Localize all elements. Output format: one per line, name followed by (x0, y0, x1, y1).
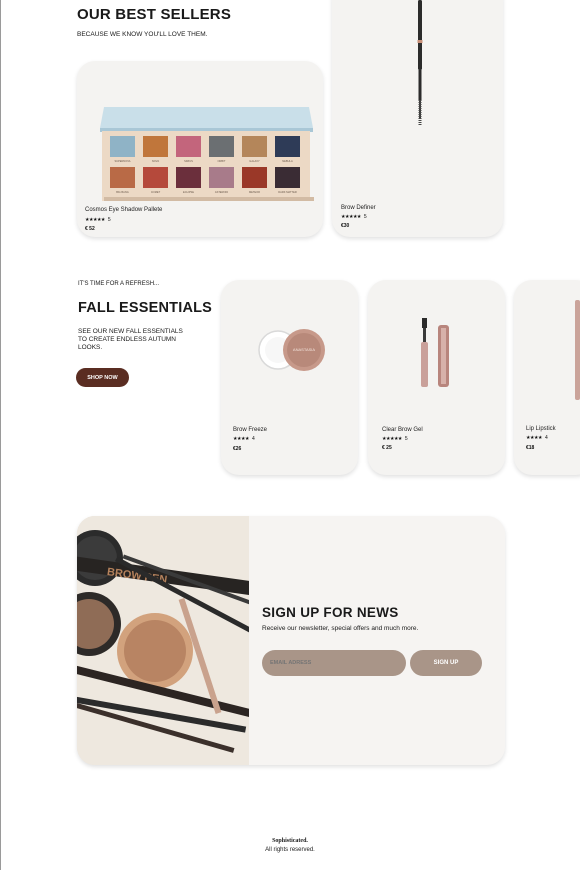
palette-swatch (143, 167, 168, 188)
sign-up-button[interactable]: SIGN UP (410, 650, 482, 676)
newsletter-title: SIGN UP FOR NEWS (262, 605, 399, 620)
product-rating: ★★★★★ 5 (85, 217, 111, 223)
fall-body: SEE OUR NEW FALL ESSENTIALS TO CREATE EN… (78, 328, 183, 351)
product-card-brow-definer[interactable]: Brow Definer ★★★★★ 5 €30 (332, 0, 503, 237)
palette-swatch (242, 167, 267, 188)
brow-freeze-image: ANASTASIA (258, 329, 325, 371)
fall-kicker: IT'S TIME FOR A REFRESH... (78, 281, 160, 287)
palette-swatch (242, 136, 267, 157)
palette-swatch (143, 136, 168, 157)
page-edge-rule (0, 0, 1, 870)
product-price: € 25 (382, 445, 392, 451)
palette-swatch-label: ECLIPSE (183, 190, 194, 194)
product-price: €30 (341, 223, 350, 229)
product-rating: ★★★★ 4 (526, 435, 548, 441)
product-card-lip-lipstick[interactable]: Lip Lipstick ★★★★ 4 €18 (514, 280, 580, 475)
product-card-brow-freeze[interactable]: ANASTASIA Brow Freeze ★★★★ 4 €26 (221, 280, 358, 475)
best-sellers-title: OUR BEST SELLERS (77, 6, 232, 23)
palette-swatch-label: METEOR (249, 190, 260, 194)
palette-swatch-label: NEBULA (282, 159, 293, 163)
product-price: € 52 (85, 226, 95, 232)
brow-pencil-image (417, 0, 423, 126)
palette-swatch (209, 167, 234, 188)
svg-text:ANASTASIA: ANASTASIA (293, 347, 315, 352)
product-name: Clear Brow Gel (382, 427, 423, 433)
newsletter-subtitle: Receive our newsletter, special offers a… (262, 625, 419, 632)
newsletter-section: BROW PEN SIGN UP FOR NEWS Receive our ne… (77, 516, 505, 765)
email-input[interactable] (262, 650, 406, 676)
palette-swatch (176, 167, 201, 188)
shop-now-button[interactable]: SHOP NOW (76, 368, 129, 387)
palette-swatch (176, 136, 201, 157)
palette-swatch-label: ASTEROID (215, 190, 228, 194)
newsletter-image: BROW PEN (77, 516, 249, 765)
product-name: Brow Freeze (233, 427, 268, 433)
product-price: €26 (233, 446, 242, 452)
palette-swatch-label: BIG BANG (116, 190, 129, 194)
palette-swatch (209, 136, 234, 157)
palette-swatch-label: ORBIT (218, 159, 226, 163)
palette-swatch-label: COMET (151, 190, 161, 194)
fall-title: FALL ESSENTIALS (78, 300, 213, 316)
product-rating: ★★★★ 4 (233, 436, 255, 442)
footer-brand: Sophisticated. (272, 838, 308, 844)
palette-swatch-label: NOVA (152, 159, 159, 163)
product-rating: ★★★★★ 5 (341, 214, 367, 220)
product-name: Cosmos Eye Shadow Pallete (85, 207, 163, 213)
product-price: €18 (526, 445, 535, 451)
best-sellers-subtitle: BECAUSE WE KNOW YOU'LL LOVE THEM. (77, 31, 208, 38)
footer-rights: All rights reserved. (265, 847, 315, 853)
palette-swatch (275, 136, 300, 157)
product-card-cosmos-palette[interactable]: SUPERNOVA NOVA SIRIUS ORBIT GALAXY NEBULA BIG … (77, 61, 323, 237)
product-card-clear-brow-gel[interactable]: Clear Brow Gel ★★★★★ 5 € 25 (368, 280, 505, 475)
product-rating: ★★★★★ 5 (382, 436, 408, 442)
product-name: Brow Definer (341, 205, 376, 211)
palette-swatch (275, 167, 300, 188)
lipstick-image (575, 300, 580, 400)
product-name: Lip Lipstick (526, 426, 556, 432)
palette-swatch-label: SIRIUS (184, 159, 193, 163)
palette-swatch (110, 167, 135, 188)
palette-swatch (110, 136, 135, 157)
palette-swatch-label: GALAXY (249, 159, 260, 163)
palette-swatch-label: DARK MATTER (278, 190, 297, 194)
palette-swatch-label: SUPERNOVA (114, 159, 130, 163)
